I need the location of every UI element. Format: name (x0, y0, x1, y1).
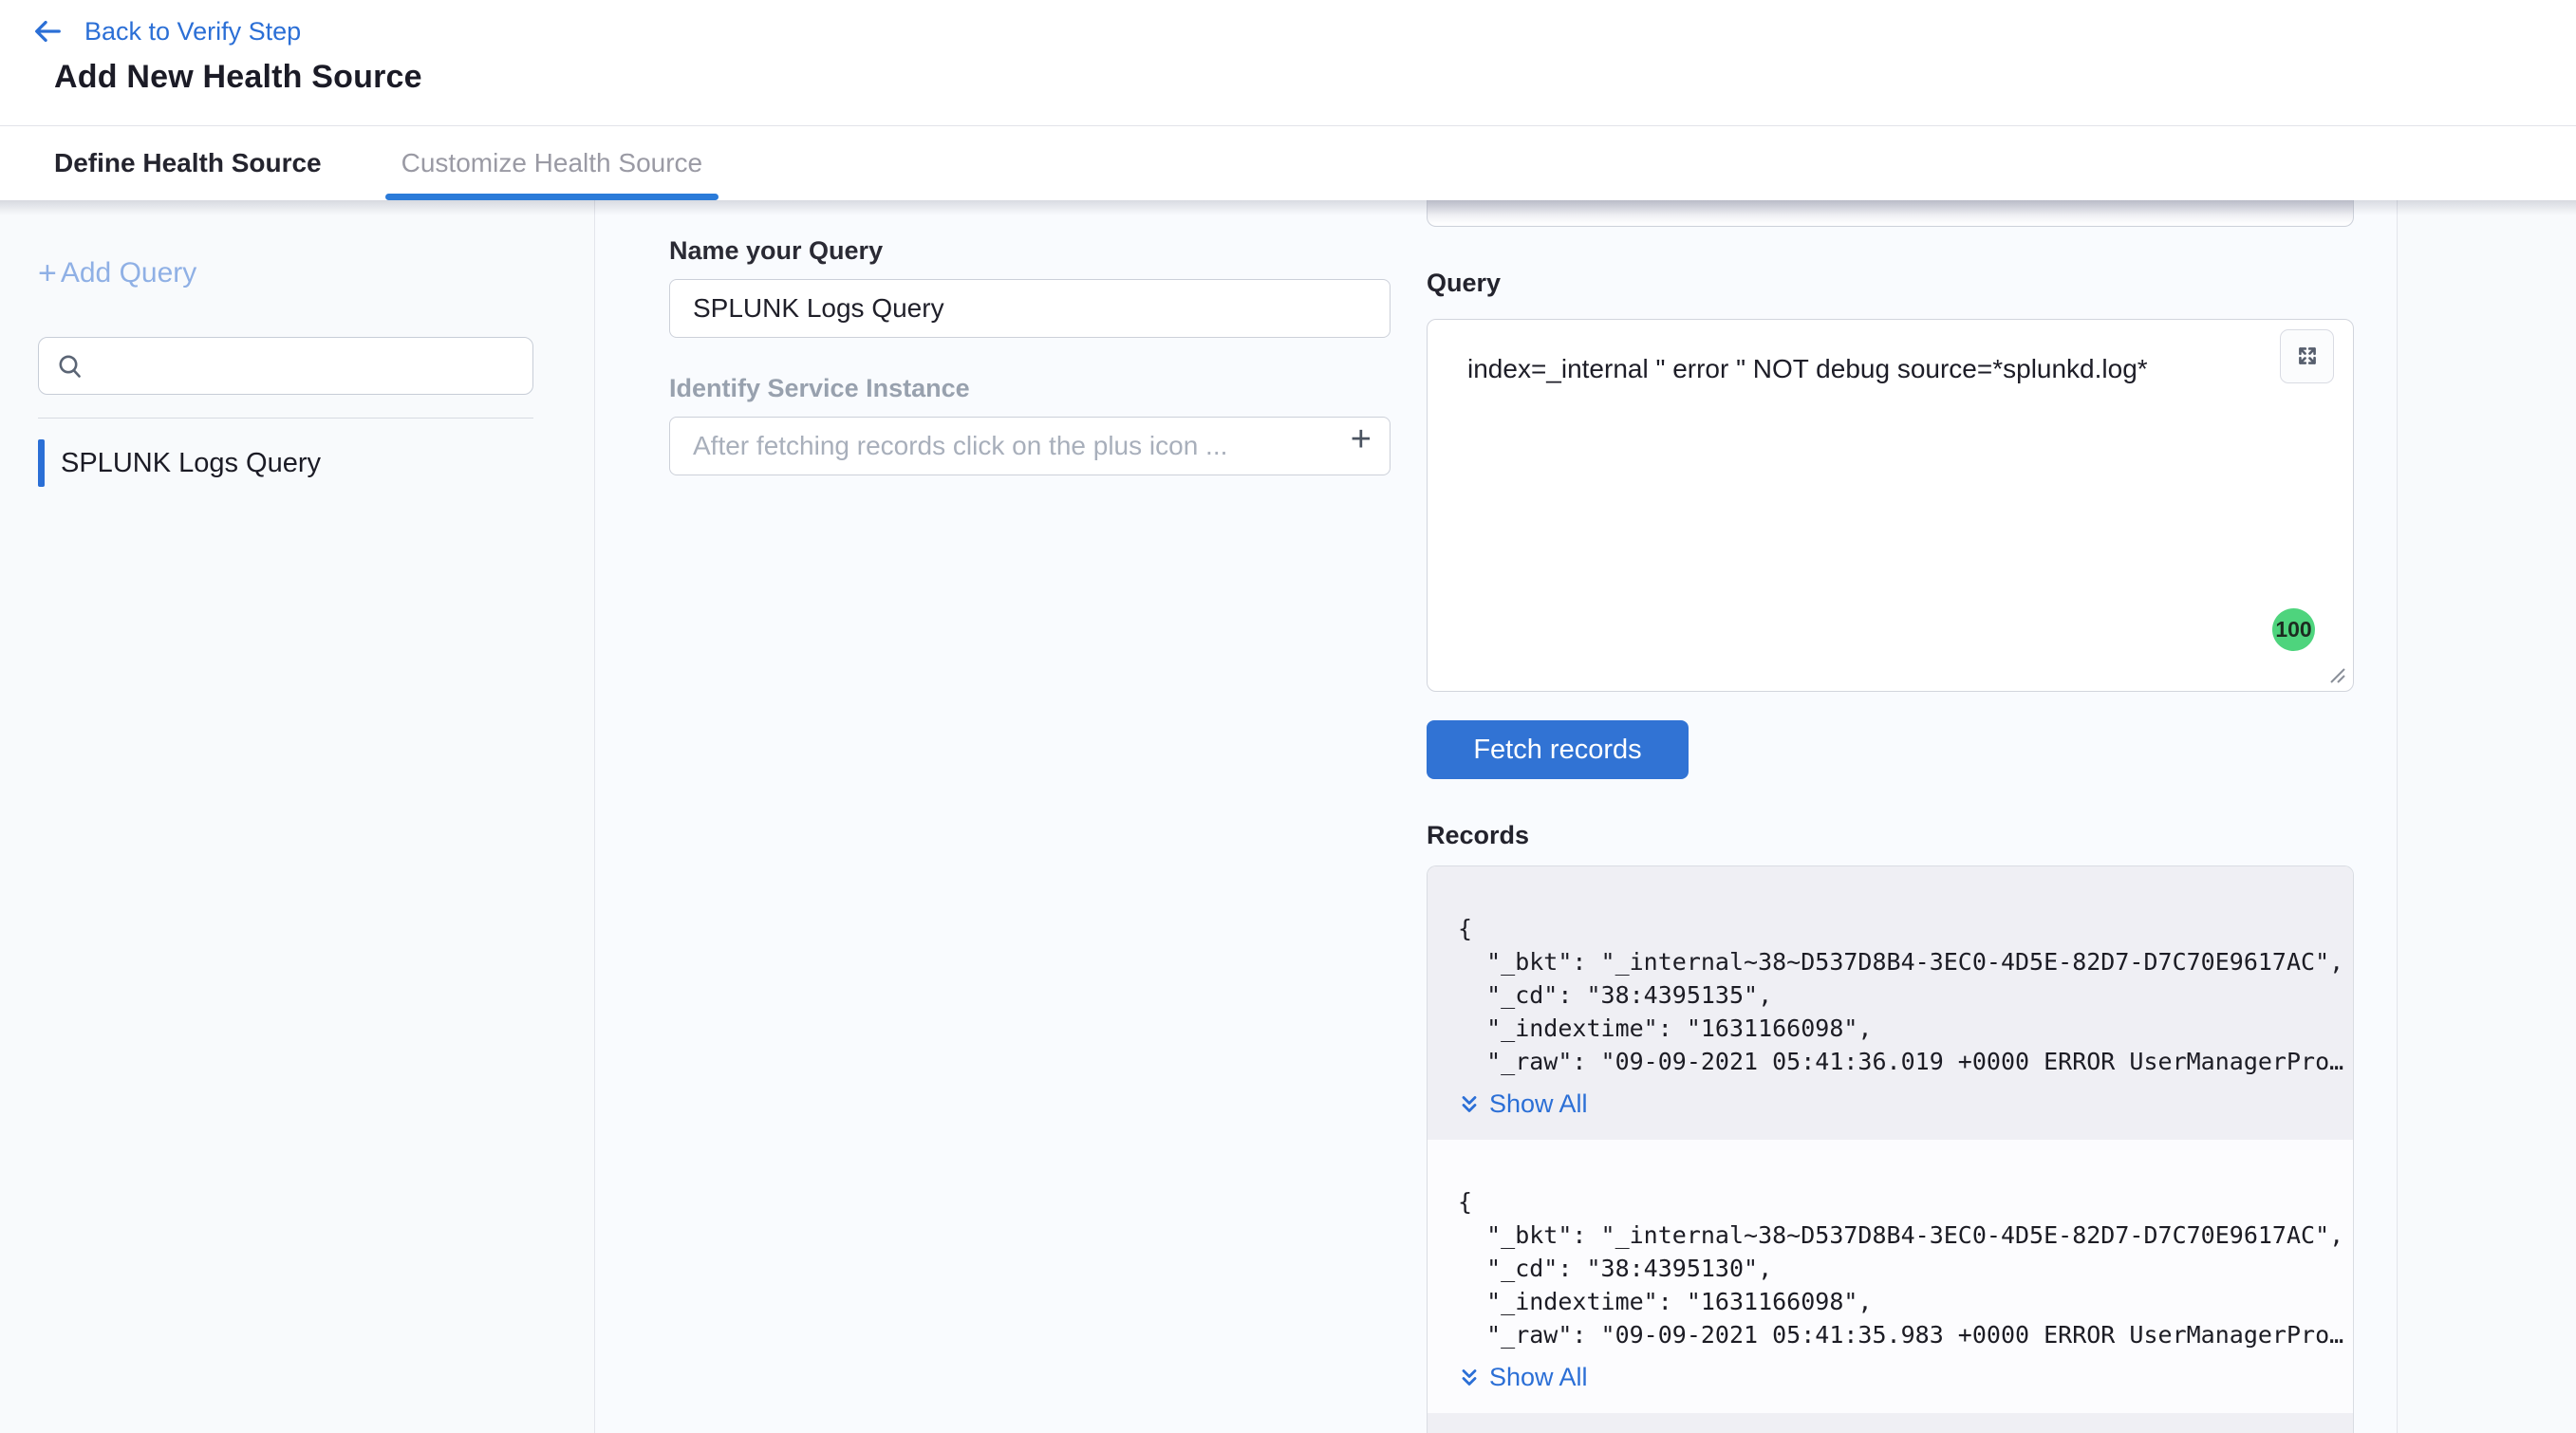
record-card: { "_bkt": "_internal~38~D537D8B4-3EC0-4D… (1428, 866, 2353, 1140)
record-count-badge: 100 (2272, 608, 2315, 651)
active-indicator-bar (38, 439, 45, 487)
records-list: { "_bkt": "_internal~38~D537D8B4-3EC0-4D… (1427, 865, 2354, 1433)
records-label: Records (1427, 821, 2354, 850)
expand-icon (2292, 341, 2323, 371)
record-card: { "_bkt": "_internal~38~D537D8B4-3EC0-4D… (1428, 1140, 2353, 1413)
sidebar-divider (38, 418, 533, 419)
service-instance-plus-icon[interactable]: + (1351, 421, 1372, 457)
record-card-partial (1428, 1413, 2353, 1433)
show-all-link[interactable]: Show All (1458, 1089, 1588, 1119)
query-form-column: Name your Query Identify Service Instanc… (669, 200, 1391, 1433)
health-source-tabs: Define Health Source Customize Health So… (0, 126, 2576, 200)
add-query-button[interactable]: + Add Query (38, 257, 196, 289)
query-textarea[interactable]: index=_internal " error " NOT debug sour… (1427, 319, 2354, 693)
show-all-link[interactable]: Show All (1458, 1363, 1588, 1392)
expand-query-button[interactable] (2280, 329, 2334, 383)
search-icon (56, 352, 84, 381)
back-arrow-icon[interactable] (31, 15, 64, 47)
search-input[interactable] (98, 351, 515, 381)
clipped-scrolled-input (1427, 200, 2354, 227)
service-instance-input[interactable] (669, 417, 1391, 475)
content-area: + Add Query SPLUNK Logs Query Name your … (0, 200, 2576, 1433)
page-header: Back to Verify Step Add New Health Sourc… (0, 0, 2576, 126)
resize-grip-icon[interactable] (2324, 661, 2348, 686)
query-name-input[interactable] (669, 279, 1391, 338)
query-item-label: SPLUNK Logs Query (45, 448, 321, 479)
add-health-source-page: Back to Verify Step Add New Health Sourc… (0, 0, 2576, 1433)
query-text: index=_internal " error " NOT debug sour… (1428, 320, 2353, 384)
main-panel: Name your Query Identify Service Instanc… (595, 200, 2398, 1433)
tab-define-health-source[interactable]: Define Health Source (54, 126, 338, 200)
right-gutter (2398, 200, 2576, 1433)
back-to-verify-step-link[interactable]: Back to Verify Step (84, 17, 301, 47)
add-query-label: Add Query (61, 257, 196, 289)
plus-icon: + (38, 257, 57, 289)
identify-service-instance-label: Identify Service Instance (669, 374, 1391, 403)
record-json: { "_bkt": "_internal~38~D537D8B4-3EC0-4D… (1458, 912, 2315, 1078)
page-title: Add New Health Source (0, 59, 2576, 96)
query-search-box[interactable] (38, 337, 533, 395)
tab-customize-health-source[interactable]: Customize Health Source (385, 126, 719, 200)
record-json: { "_bkt": "_internal~38~D537D8B4-3EC0-4D… (1458, 1185, 2315, 1351)
show-all-label: Show All (1489, 1363, 1588, 1392)
double-chevron-down-icon (1458, 1093, 1481, 1116)
double-chevron-down-icon (1458, 1367, 1481, 1389)
query-sidebar: + Add Query SPLUNK Logs Query (0, 200, 595, 1433)
name-your-query-label: Name your Query (669, 236, 1391, 266)
query-panel-column: Query index=_internal " error " NOT debu… (1427, 200, 2354, 1433)
sidebar-item-splunk-logs-query[interactable]: SPLUNK Logs Query (0, 439, 594, 487)
query-label: Query (1427, 269, 2354, 298)
fetch-records-button[interactable]: Fetch records (1427, 720, 1689, 779)
show-all-label: Show All (1489, 1089, 1588, 1119)
